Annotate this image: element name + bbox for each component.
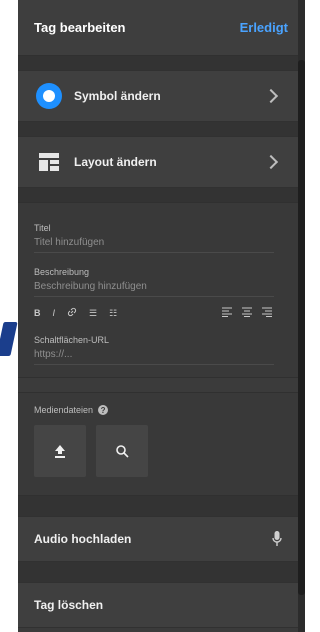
bold-button[interactable]: B [34,308,41,318]
spacer [18,56,298,70]
upload-icon [55,445,65,458]
upload-media-button[interactable] [34,425,86,477]
upload-audio-row[interactable]: Audio hochladen [18,516,298,562]
search-media-button[interactable] [96,425,148,477]
description-input[interactable]: Beschreibung hinzufügen [34,277,274,297]
change-layout-row[interactable]: Layout ändern [18,136,298,188]
partial-tag-icon [0,322,18,356]
link-icon[interactable] [67,307,77,319]
help-icon[interactable]: ? [98,405,109,415]
change-symbol-row[interactable]: Symbol ändern [18,70,298,122]
right-align-icon[interactable] [262,307,272,319]
microphone-icon [272,531,282,546]
format-toolbar: B I ☰ ☷ [34,305,282,321]
chevron-right-icon [263,154,279,170]
media-section: Mediendateien ? [18,392,298,496]
background-left [0,0,18,632]
edit-tag-panel: Tag bearbeiten Erledigt Symbol ändern La… [18,0,298,632]
panel-title: Tag bearbeiten [34,20,126,35]
done-button[interactable]: Erledigt [240,20,288,35]
bulleted-list-button[interactable]: ☰ [89,308,97,319]
scrollbar-thumb[interactable] [298,60,305,595]
change-layout-label: Layout ändern [74,155,157,169]
media-label: Mediendateien ? [34,405,282,415]
title-label: Titel [34,223,51,233]
change-symbol-label: Symbol ändern [74,89,161,103]
title-input[interactable]: Titel hinzufügen [34,233,274,253]
tag-form: Titel Titel hinzufügen Beschreibung Besc… [18,202,298,378]
spacer [18,562,298,582]
spacer [18,122,298,136]
symbol-icon [34,81,64,111]
description-label: Beschreibung [34,267,90,277]
center-align-icon[interactable] [242,307,252,319]
italic-button[interactable]: I [53,308,56,318]
chevron-right-icon [263,88,279,104]
layout-icon [34,147,64,177]
media-buttons [34,425,282,477]
button-url-label: Schaltflächen-URL [34,335,110,345]
spacer [18,188,298,202]
numbered-list-button[interactable]: ☷ [109,308,117,319]
spacer [18,496,298,516]
panel-header: Tag bearbeiten Erledigt [18,0,298,56]
delete-tag-label: Tag löschen [34,598,104,612]
upload-audio-label: Audio hochladen [34,532,132,546]
left-align-icon[interactable] [222,307,232,319]
delete-tag-row[interactable]: Tag löschen [18,582,298,628]
search-icon [116,445,129,458]
button-url-input[interactable]: https://... [34,345,274,365]
